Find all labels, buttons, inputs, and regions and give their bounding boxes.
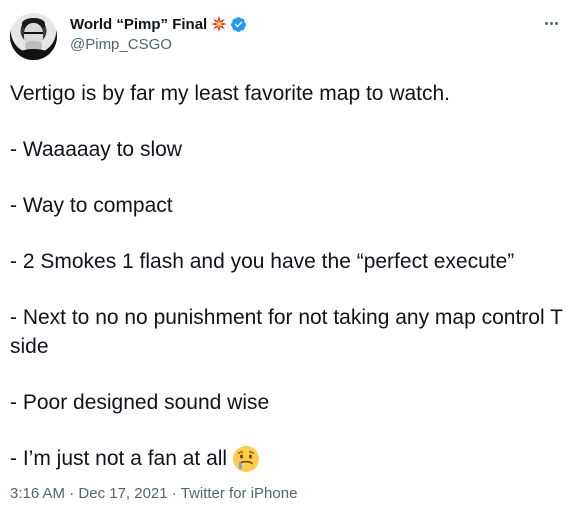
- tweet-line: - Way to compact: [10, 194, 173, 217]
- more-options-icon[interactable]: [539, 13, 563, 33]
- avatar[interactable]: [10, 13, 57, 60]
- name-row: World “Pimp” Final: [70, 14, 247, 34]
- tweet-meta: 3:16 AM · Dec 17, 2021 · Twitter for iPh…: [10, 485, 297, 502]
- tweet-source-link[interactable]: Twitter for iPhone: [181, 485, 298, 502]
- tweet-header: World “Pimp” Final @Pimp_CSGO: [70, 14, 247, 53]
- collision-emoji-icon: [211, 16, 228, 32]
- meta-separator: ·: [167, 485, 181, 502]
- verified-badge-icon: [230, 16, 247, 33]
- tweet-line: - Next to no no punishment for not takin…: [10, 306, 563, 358]
- meta-separator: ·: [65, 485, 79, 502]
- tweet-date: Dec 17, 2021: [78, 485, 168, 502]
- tweet-line-last: - I’m just not a fan at all: [10, 444, 565, 473]
- tweet-line: - Waaaaay to slow: [10, 138, 182, 161]
- tweet-time: 3:16 AM: [10, 485, 66, 502]
- tweet-line: - 2 Smokes 1 flash and you have the “per…: [10, 250, 515, 273]
- tweet-text: Vertigo is by far my least favorite map …: [10, 79, 565, 473]
- crying-face-emoji-icon: [232, 445, 260, 473]
- display-name[interactable]: World “Pimp” Final: [70, 16, 207, 33]
- tweet-line: - I’m just not a fan at all: [10, 447, 228, 470]
- tweet-time-link[interactable]: 3:16 AM · Dec 17, 2021: [10, 485, 168, 502]
- tweet-card: World “Pimp” Final @Pimp_CSGO Vertigo is…: [0, 0, 573, 512]
- tweet-line: Vertigo is by far my least favorite map …: [10, 82, 451, 105]
- user-handle[interactable]: @Pimp_CSGO: [70, 36, 247, 53]
- tweet-line: - Poor designed sound wise: [10, 391, 270, 414]
